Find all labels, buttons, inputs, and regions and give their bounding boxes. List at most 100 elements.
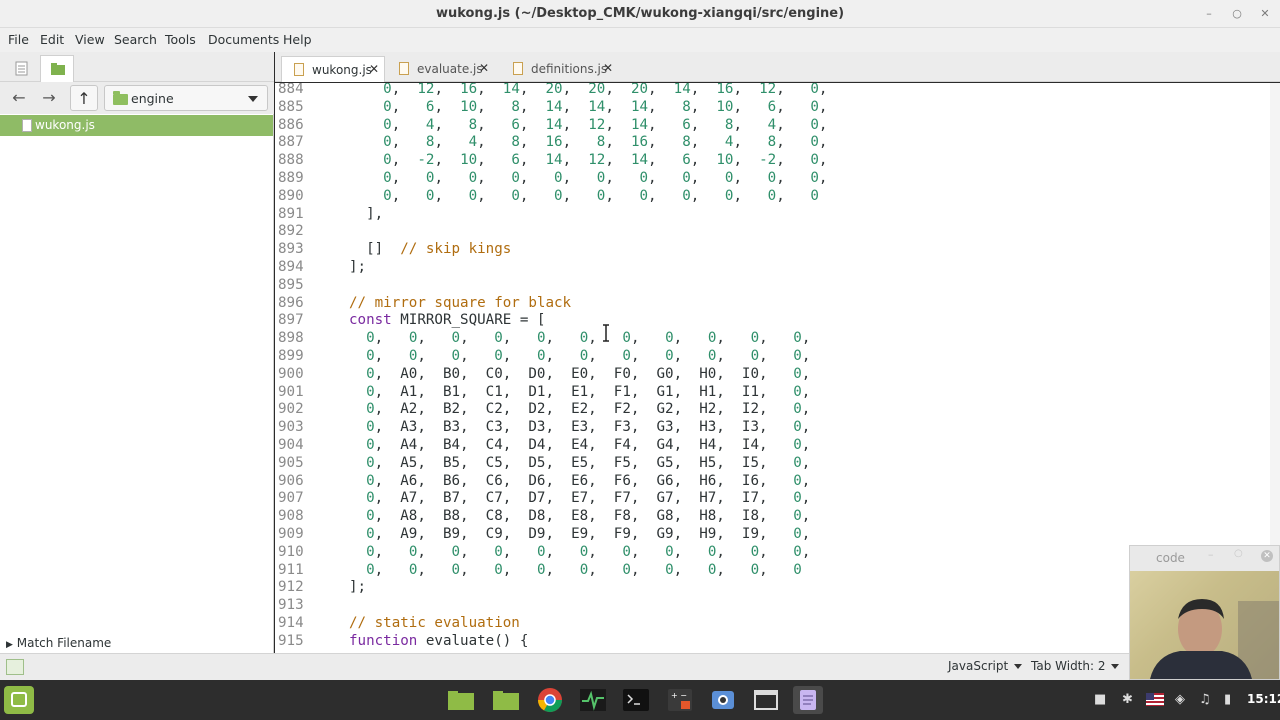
browser-icon <box>538 688 562 713</box>
clock[interactable]: 15:12 <box>1247 692 1280 706</box>
code-line[interactable]: 907 0, A7, B7, C7, D7, E7, F7, G7, H7, I… <box>275 490 1280 508</box>
code-line[interactable]: 891 ], <box>275 206 1280 224</box>
side-panel: ← → ↑ engine wukong.js ▶ Match Filename <box>0 52 274 653</box>
close-icon[interactable]: ✕ <box>1261 550 1273 562</box>
line-number: 884 <box>278 83 304 97</box>
toggle-panel-icon[interactable] <box>6 659 24 675</box>
code-line[interactable]: 898 0, 0, 0, 0, 0, 0, 0, 0, 0, 0, 0, <box>275 330 1280 348</box>
maximize-icon[interactable]: ○ <box>1227 4 1247 24</box>
code-line[interactable]: 908 0, A8, B8, C8, D8, E8, F8, G8, H8, I… <box>275 508 1280 526</box>
tab-close-icon[interactable]: ✕ <box>369 62 379 76</box>
line-number: 905 <box>278 454 304 471</box>
code-line[interactable]: 892 <box>275 223 1280 241</box>
code-line[interactable]: 890 0, 0, 0, 0, 0, 0, 0, 0, 0, 0, 0 <box>275 188 1280 206</box>
mint-menu-icon[interactable] <box>4 686 34 714</box>
code-line[interactable]: 885 0, 6, 10, 8, 14, 14, 14, 8, 10, 6, 0… <box>275 99 1280 117</box>
maximize-icon[interactable]: ○ <box>1234 548 1243 559</box>
status-bar: JavaScript Tab Width: 2 <box>0 653 1280 680</box>
code-line[interactable]: 896 // mirror square for black <box>275 295 1280 313</box>
up-arrow-icon[interactable]: ↑ <box>70 85 98 111</box>
file-item-wukong[interactable]: wukong.js <box>0 115 273 136</box>
code-line[interactable]: 906 0, A6, B6, C6, D6, E6, F6, G6, H6, I… <box>275 473 1280 491</box>
code-line[interactable]: 893 [] // skip kings <box>275 241 1280 259</box>
menu-search[interactable]: Search <box>114 32 157 47</box>
tab-width-selector[interactable]: Tab Width: 2 <box>1031 659 1120 673</box>
file-browser-toolbar: ← → ↑ engine <box>0 82 274 114</box>
folder-selector[interactable]: engine <box>104 85 268 111</box>
files-app-icon-2[interactable] <box>491 686 521 714</box>
tab-file-browser[interactable] <box>40 55 74 82</box>
line-number: 915 <box>278 632 304 649</box>
editor-tabs: wukong.js ✕ evaluate.js ✕ definitions.js… <box>275 52 1280 82</box>
camera-tray-icon[interactable]: ■ <box>1094 692 1106 707</box>
tab-evaluate-js[interactable]: evaluate.js ✕ <box>387 56 499 82</box>
code-line[interactable]: 901 0, A1, B1, C1, D1, E1, F1, G1, H1, I… <box>275 384 1280 402</box>
text-editor-icon[interactable] <box>793 686 823 714</box>
menu-help[interactable]: Help <box>283 32 312 47</box>
calculator-icon[interactable]: + − <box>665 686 695 714</box>
line-text: 0, A9, B9, C9, D9, E9, F9, G9, H9, I9, 0… <box>366 525 811 542</box>
code-line[interactable]: 897 const MIRROR_SQUARE = [ <box>275 312 1280 330</box>
code-line[interactable]: 899 0, 0, 0, 0, 0, 0, 0, 0, 0, 0, 0, <box>275 348 1280 366</box>
line-number: 889 <box>278 169 304 186</box>
tab-definitions-js[interactable]: definitions.js ✕ <box>501 56 623 82</box>
tab-wukong-js[interactable]: wukong.js ✕ <box>281 56 385 82</box>
camera-icon <box>712 691 734 709</box>
window-icon[interactable] <box>751 686 781 714</box>
menu-file[interactable]: File <box>8 32 29 47</box>
line-number: 913 <box>278 597 304 614</box>
line-number: 890 <box>278 187 304 204</box>
code-line[interactable]: 900 0, A0, B0, C0, D0, E0, F0, G0, H0, I… <box>275 366 1280 384</box>
activity-icon <box>580 689 606 711</box>
close-icon[interactable]: ✕ <box>1255 4 1275 24</box>
terminal-icon-glyph <box>623 689 649 711</box>
code-line[interactable]: 909 0, A9, B9, C9, D9, E9, F9, G9, H9, I… <box>275 526 1280 544</box>
wifi-icon[interactable]: ◈ <box>1175 692 1185 707</box>
menu-documents[interactable]: Documents <box>208 32 279 47</box>
bluetooth-icon[interactable]: ✱ <box>1122 692 1133 707</box>
terminal-icon[interactable] <box>621 686 651 714</box>
tab-close-icon[interactable]: ✕ <box>479 61 489 75</box>
menu-tools[interactable]: Tools <box>165 32 196 47</box>
code-line[interactable]: 903 0, A3, B3, C3, D3, E3, F3, G3, H3, I… <box>275 419 1280 437</box>
screenshot-icon[interactable] <box>708 686 738 714</box>
system-monitor-icon[interactable] <box>578 686 608 714</box>
line-text: const MIRROR_SQUARE = [ <box>349 312 546 329</box>
code-line[interactable]: 905 0, A5, B5, C5, D5, E5, F5, G5, H5, I… <box>275 455 1280 473</box>
files-app-icon[interactable] <box>446 686 476 714</box>
minimize-icon[interactable]: – <box>1208 548 1214 561</box>
line-number: 897 <box>278 312 304 329</box>
js-file-icon <box>399 62 409 75</box>
webcam-window[interactable]: code – ○ ✕ <box>1129 545 1280 680</box>
window-frame-icon <box>754 690 778 710</box>
battery-icon[interactable]: ▮ <box>1224 692 1231 707</box>
line-number: 888 <box>278 152 304 169</box>
chrome-icon[interactable] <box>535 686 565 714</box>
code-line[interactable]: 894]; <box>275 259 1280 277</box>
sound-icon[interactable]: ♫ <box>1199 692 1211 707</box>
us-flag-icon[interactable] <box>1146 693 1164 706</box>
code-line[interactable]: 902 0, A2, B2, C2, D2, E2, F2, G2, H2, I… <box>275 401 1280 419</box>
line-text: 0, A8, B8, C8, D8, E8, F8, G8, H8, I8, 0… <box>366 508 811 525</box>
line-text: // mirror square for black <box>349 294 572 311</box>
tab-close-icon[interactable]: ✕ <box>603 61 613 75</box>
chevron-down-icon <box>1111 664 1120 669</box>
line-text: ]; <box>349 579 367 596</box>
match-filename-expander[interactable]: ▶ Match Filename <box>6 636 111 650</box>
code-line[interactable]: 884 0, 12, 16, 14, 20, 20, 20, 14, 16, 1… <box>275 83 1280 99</box>
back-arrow-icon[interactable]: ← <box>5 85 33 111</box>
code-line[interactable]: 889 0, 0, 0, 0, 0, 0, 0, 0, 0, 0, 0, <box>275 170 1280 188</box>
minimize-icon[interactable]: – <box>1199 4 1219 24</box>
code-line[interactable]: 886 0, 4, 8, 6, 14, 12, 14, 6, 8, 4, 0, <box>275 117 1280 135</box>
menu-edit[interactable]: Edit <box>40 32 64 47</box>
calculator-icon-glyph: + − <box>668 689 692 711</box>
code-line[interactable]: 895 <box>275 277 1280 295</box>
menu-view[interactable]: View <box>75 32 105 47</box>
code-line[interactable]: 904 0, A4, B4, C4, D4, E4, F4, G4, H4, I… <box>275 437 1280 455</box>
person-silhouette <box>1150 599 1279 679</box>
code-line[interactable]: 888 0, -2, 10, 6, 14, 12, 14, 6, 10, -2,… <box>275 152 1280 170</box>
tab-documents-list[interactable] <box>4 55 38 82</box>
code-line[interactable]: 887 0, 8, 4, 8, 16, 8, 16, 8, 4, 8, 0, <box>275 134 1280 152</box>
language-selector[interactable]: JavaScript <box>948 659 1023 673</box>
forward-arrow-icon[interactable]: → <box>35 85 63 111</box>
